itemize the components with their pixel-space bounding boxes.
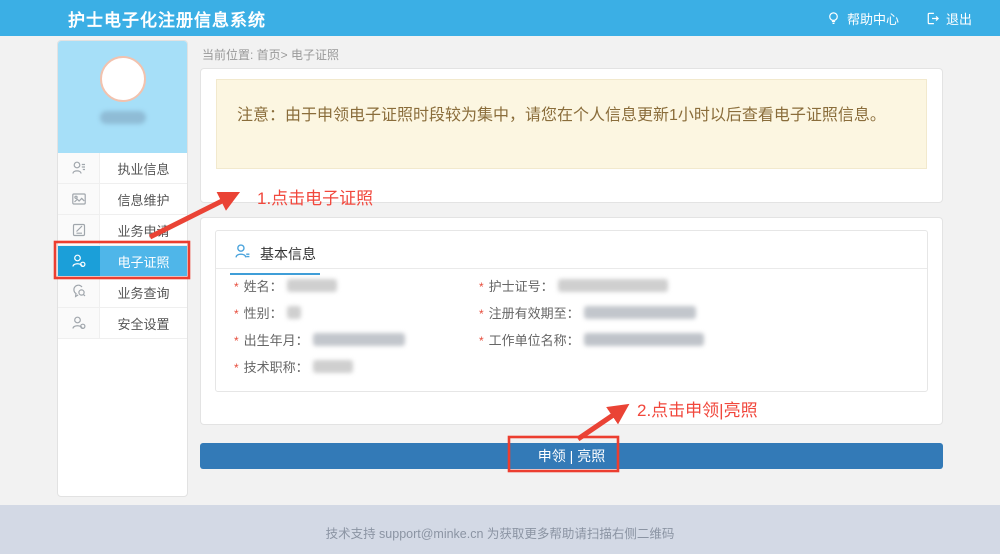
field-label: 技术职称：: [244, 357, 309, 376]
notice-box: 注意：由于申领电子证照时段较为集中，请您在个人信息更新1小时以后查看电子证照信息…: [216, 79, 927, 169]
annotation-step1-text: 1.点击电子证照: [257, 184, 373, 209]
redacted-value: [584, 333, 704, 346]
edit-document-icon: [58, 215, 100, 245]
redacted-value: [558, 279, 668, 292]
sidebar-item-label: 安全设置: [100, 308, 187, 338]
field-licence-no: * 护士证号：: [479, 272, 704, 299]
sidebar-item-practice-info[interactable]: 执业信息: [58, 153, 187, 184]
app-root: 护士电子化注册信息系统 帮助中心 退出: [0, 0, 1000, 554]
redacted-value: [287, 279, 337, 292]
user-badge-icon: [58, 246, 100, 276]
person-document-icon: [58, 153, 100, 183]
field-label: 性别：: [244, 303, 283, 322]
required-marker: *: [479, 280, 484, 294]
sidebar-item-business-query[interactable]: 业务查询: [58, 277, 187, 308]
field-label: 注册有效期至：: [489, 303, 580, 322]
section-title: 基本信息: [260, 244, 316, 264]
photo-icon: [58, 184, 100, 214]
field-work-unit: * 工作单位名称：: [479, 326, 704, 353]
sidebar-item-e-certificate[interactable]: 电子证照: [58, 246, 187, 277]
required-marker: *: [479, 334, 484, 348]
field-tech-title: * 技术职称：: [234, 353, 405, 380]
annotation-step2-text: 2.点击申领|亮照: [637, 396, 758, 421]
required-marker: *: [234, 334, 239, 348]
notice-text: 注意：由于申领电子证照时段较为集中，请您在个人信息更新1小时以后查看电子证照信息…: [237, 107, 886, 124]
field-label: 护士证号：: [489, 276, 554, 295]
sidebar-item-label: 业务申请: [100, 215, 187, 245]
user-profile-box: [58, 41, 187, 153]
redacted-value: [584, 306, 696, 319]
sidebar-item-label: 执业信息: [100, 153, 187, 183]
sidebar-item-label: 业务查询: [100, 277, 187, 307]
redacted-value: [313, 333, 405, 346]
sidebar-item-business-apply[interactable]: 业务申请: [58, 215, 187, 246]
avatar: [100, 56, 146, 102]
fields-column-left: * 姓名： * 性别： * 出生年月： * 技术职称：: [234, 272, 405, 380]
redacted-value: [313, 360, 353, 373]
person-info-icon: [234, 243, 251, 265]
user-name-redacted: [100, 111, 146, 124]
notice-panel: 注意：由于申领电子证照时段较为集中，请您在个人信息更新1小时以后查看电子证照信息…: [200, 68, 943, 203]
required-marker: *: [234, 361, 239, 375]
apply-show-licence-button[interactable]: 申领 | 亮照: [200, 443, 943, 469]
sidebar: 执业信息 信息维护 业务申请: [57, 40, 188, 497]
sidebar-item-label: 电子证照: [100, 246, 187, 276]
field-sex: * 性别：: [234, 299, 405, 326]
field-birth: * 出生年月：: [234, 326, 405, 353]
logout-label: 退出: [946, 9, 972, 28]
search-card-icon: [58, 277, 100, 307]
logout-icon: [925, 11, 940, 26]
fields-column-right: * 护士证号： * 注册有效期至： * 工作单位名称：: [479, 272, 704, 353]
sidebar-item-security-settings[interactable]: 安全设置: [58, 308, 187, 339]
redacted-value: [287, 306, 301, 319]
lightbulb-icon: [826, 11, 841, 26]
basic-info-box: 基本信息 * 姓名： * 性别： * 出生年月：: [215, 230, 928, 392]
sidebar-item-label: 信息维护: [100, 184, 187, 214]
footer-text: 技术支持 support@minke.cn 为获取更多帮助请扫描右侧二维码: [326, 523, 675, 542]
app-title: 护士电子化注册信息系统: [68, 6, 266, 31]
field-label: 出生年月：: [244, 330, 309, 349]
required-marker: *: [234, 280, 239, 294]
help-center-link[interactable]: 帮助中心: [826, 9, 899, 28]
sidebar-menu: 执业信息 信息维护 业务申请: [58, 153, 187, 339]
field-label: 工作单位名称：: [489, 330, 580, 349]
required-marker: *: [234, 307, 239, 321]
required-marker: *: [479, 307, 484, 321]
field-name: * 姓名：: [234, 272, 405, 299]
logout-link[interactable]: 退出: [925, 9, 972, 28]
basic-info-header: 基本信息: [216, 231, 927, 269]
sidebar-item-info-maintenance[interactable]: 信息维护: [58, 184, 187, 215]
field-registration-expiry: * 注册有效期至：: [479, 299, 704, 326]
breadcrumb: 当前位置: 首页> 电子证照: [202, 46, 339, 63]
page-footer: 技术支持 support@minke.cn 为获取更多帮助请扫描右侧二维码: [0, 505, 1000, 554]
help-center-label: 帮助中心: [847, 9, 899, 28]
user-gear-icon: [58, 308, 100, 338]
app-header: 护士电子化注册信息系统 帮助中心 退出: [0, 0, 1000, 36]
basic-info-panel: 基本信息 * 姓名： * 性别： * 出生年月：: [200, 217, 943, 425]
field-label: 姓名：: [244, 276, 283, 295]
